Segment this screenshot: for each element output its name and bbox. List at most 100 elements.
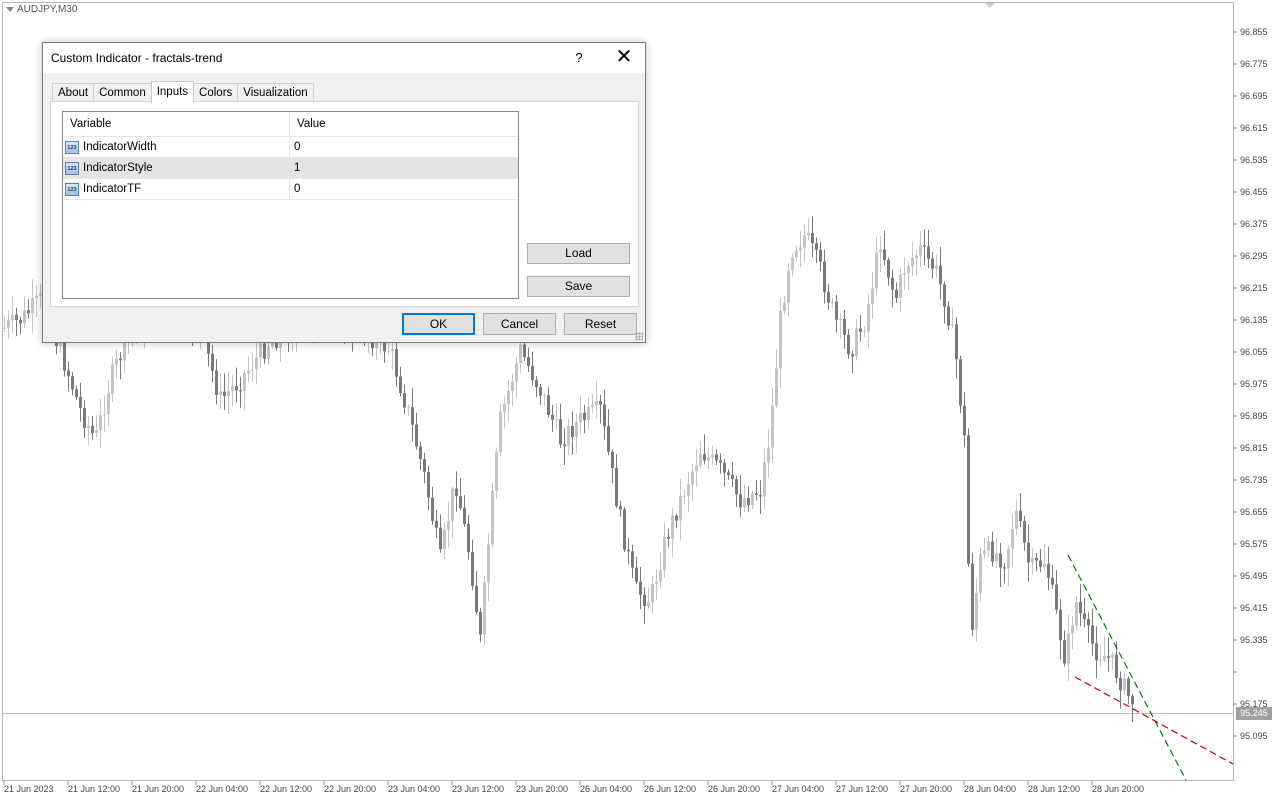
candle-body (743, 498, 746, 508)
candle-body (235, 386, 238, 391)
value-cell[interactable]: 0 (290, 137, 518, 157)
candle-body (1011, 528, 1014, 549)
value-cell[interactable]: 0 (290, 179, 518, 199)
candle-body (639, 581, 642, 595)
time-tick-label: 22 Jun 12:00 (260, 784, 312, 794)
candle-body (1071, 625, 1074, 634)
time-tick-label: 27 Jun 04:00 (772, 784, 824, 794)
price-tick-label: 96.775 (1240, 59, 1268, 69)
value-cell[interactable]: 1 (290, 158, 518, 178)
candle-body (1063, 640, 1066, 664)
candle-body (223, 391, 226, 396)
candle-body (115, 358, 118, 365)
candle-body (239, 390, 242, 392)
candle-body (707, 457, 710, 461)
time-tick-label: 21 Jun 2023 (4, 784, 54, 794)
candle-body (899, 274, 902, 299)
candle-body (775, 368, 778, 406)
time-tick-label: 28 Jun 20:00 (1092, 784, 1144, 794)
candle-body (1095, 643, 1098, 661)
candle-body (727, 472, 730, 475)
candle-body (231, 386, 234, 392)
price-tick-label: 96.135 (1240, 315, 1268, 325)
candle-body (747, 498, 750, 506)
candle-body (487, 544, 490, 583)
candle-body (1091, 625, 1094, 644)
time-tick-label: 23 Jun 04:00 (388, 784, 440, 794)
candle-body (767, 447, 770, 463)
candle-body (1039, 560, 1042, 567)
candle-body (107, 393, 110, 415)
candle-body (539, 387, 542, 396)
load-button[interactable]: Load (527, 243, 630, 264)
current-price-tag: 95.245 (1236, 707, 1272, 720)
candle-body (947, 306, 950, 326)
candle-body (531, 365, 534, 381)
tab-inputs[interactable]: Inputs (150, 81, 195, 103)
tab-about[interactable]: About (52, 83, 95, 102)
chart-symbol-label[interactable]: AUDJPY,M30 (6, 4, 77, 15)
help-button[interactable]: ? (569, 43, 589, 73)
table-row[interactable]: 123 IndicatorTF 0 (63, 179, 518, 200)
dialog-title-bar[interactable]: Custom Indicator - fractals-trend ? ✕ (43, 43, 645, 73)
table-row[interactable]: 123 IndicatorWidth 0 (63, 137, 518, 158)
candle-body (111, 364, 114, 394)
close-icon[interactable]: ✕ (609, 43, 639, 73)
candle-body (219, 391, 222, 395)
candle-body (463, 508, 466, 524)
price-tick-label: 96.535 (1240, 155, 1268, 165)
candle-body (1059, 609, 1062, 641)
tab-common[interactable]: Common (93, 83, 152, 102)
candle-body (699, 454, 702, 466)
candle-body (919, 245, 922, 256)
candle-body (403, 393, 406, 408)
candle-body (475, 585, 478, 612)
candle-body (67, 370, 70, 377)
cancel-button[interactable]: Cancel (483, 313, 556, 335)
candle-body (983, 550, 986, 555)
inputs-grid: Variable Value 123 IndicatorWidth 0 123 … (62, 111, 519, 299)
price-tick-label: 95.975 (1240, 379, 1268, 389)
time-tick-label: 26 Jun 12:00 (644, 784, 696, 794)
reset-button[interactable]: Reset (564, 313, 637, 335)
candle-body (71, 376, 74, 390)
inputs-panel: Variable Value 123 IndicatorWidth 0 123 … (50, 101, 639, 307)
candle-body (411, 407, 414, 425)
candle-body (551, 414, 554, 420)
candle-body (1055, 584, 1058, 610)
candle-body (755, 493, 758, 496)
candle-body (1079, 602, 1082, 614)
resize-grip-icon[interactable] (635, 332, 643, 340)
candle-body (567, 426, 570, 447)
time-tick-label: 27 Jun 20:00 (900, 784, 952, 794)
chart-shift-marker-icon (985, 3, 995, 8)
column-header-value[interactable]: Value (290, 112, 518, 136)
candle-body (211, 353, 214, 371)
candle-body (583, 412, 586, 420)
tab-visualization[interactable]: Visualization (237, 83, 314, 102)
table-row[interactable]: 123 IndicatorStyle 1 (63, 158, 518, 179)
ok-button[interactable]: OK (402, 313, 475, 335)
candle-body (1027, 542, 1030, 563)
candle-body (515, 363, 518, 382)
candle-body (1119, 677, 1122, 691)
candle-body (35, 295, 38, 299)
candle-body (603, 404, 606, 427)
candle-body (1111, 654, 1114, 658)
candle-body (103, 414, 106, 416)
save-button[interactable]: Save (527, 276, 630, 297)
candle-body (923, 245, 926, 247)
candle-body (995, 553, 998, 562)
candle-body (1047, 563, 1050, 578)
candle-body (247, 370, 250, 374)
time-tick-label: 21 Jun 12:00 (68, 784, 120, 794)
candle-body (1083, 613, 1086, 620)
tab-colors[interactable]: Colors (193, 83, 239, 102)
candle-body (255, 357, 258, 370)
column-header-variable[interactable]: Variable (63, 112, 290, 136)
candle-body (659, 570, 662, 582)
candle-body (711, 454, 714, 458)
price-tick-label: 95.095 (1240, 731, 1268, 741)
candle-body (679, 495, 682, 521)
price-tick-label: 95.495 (1240, 571, 1268, 581)
